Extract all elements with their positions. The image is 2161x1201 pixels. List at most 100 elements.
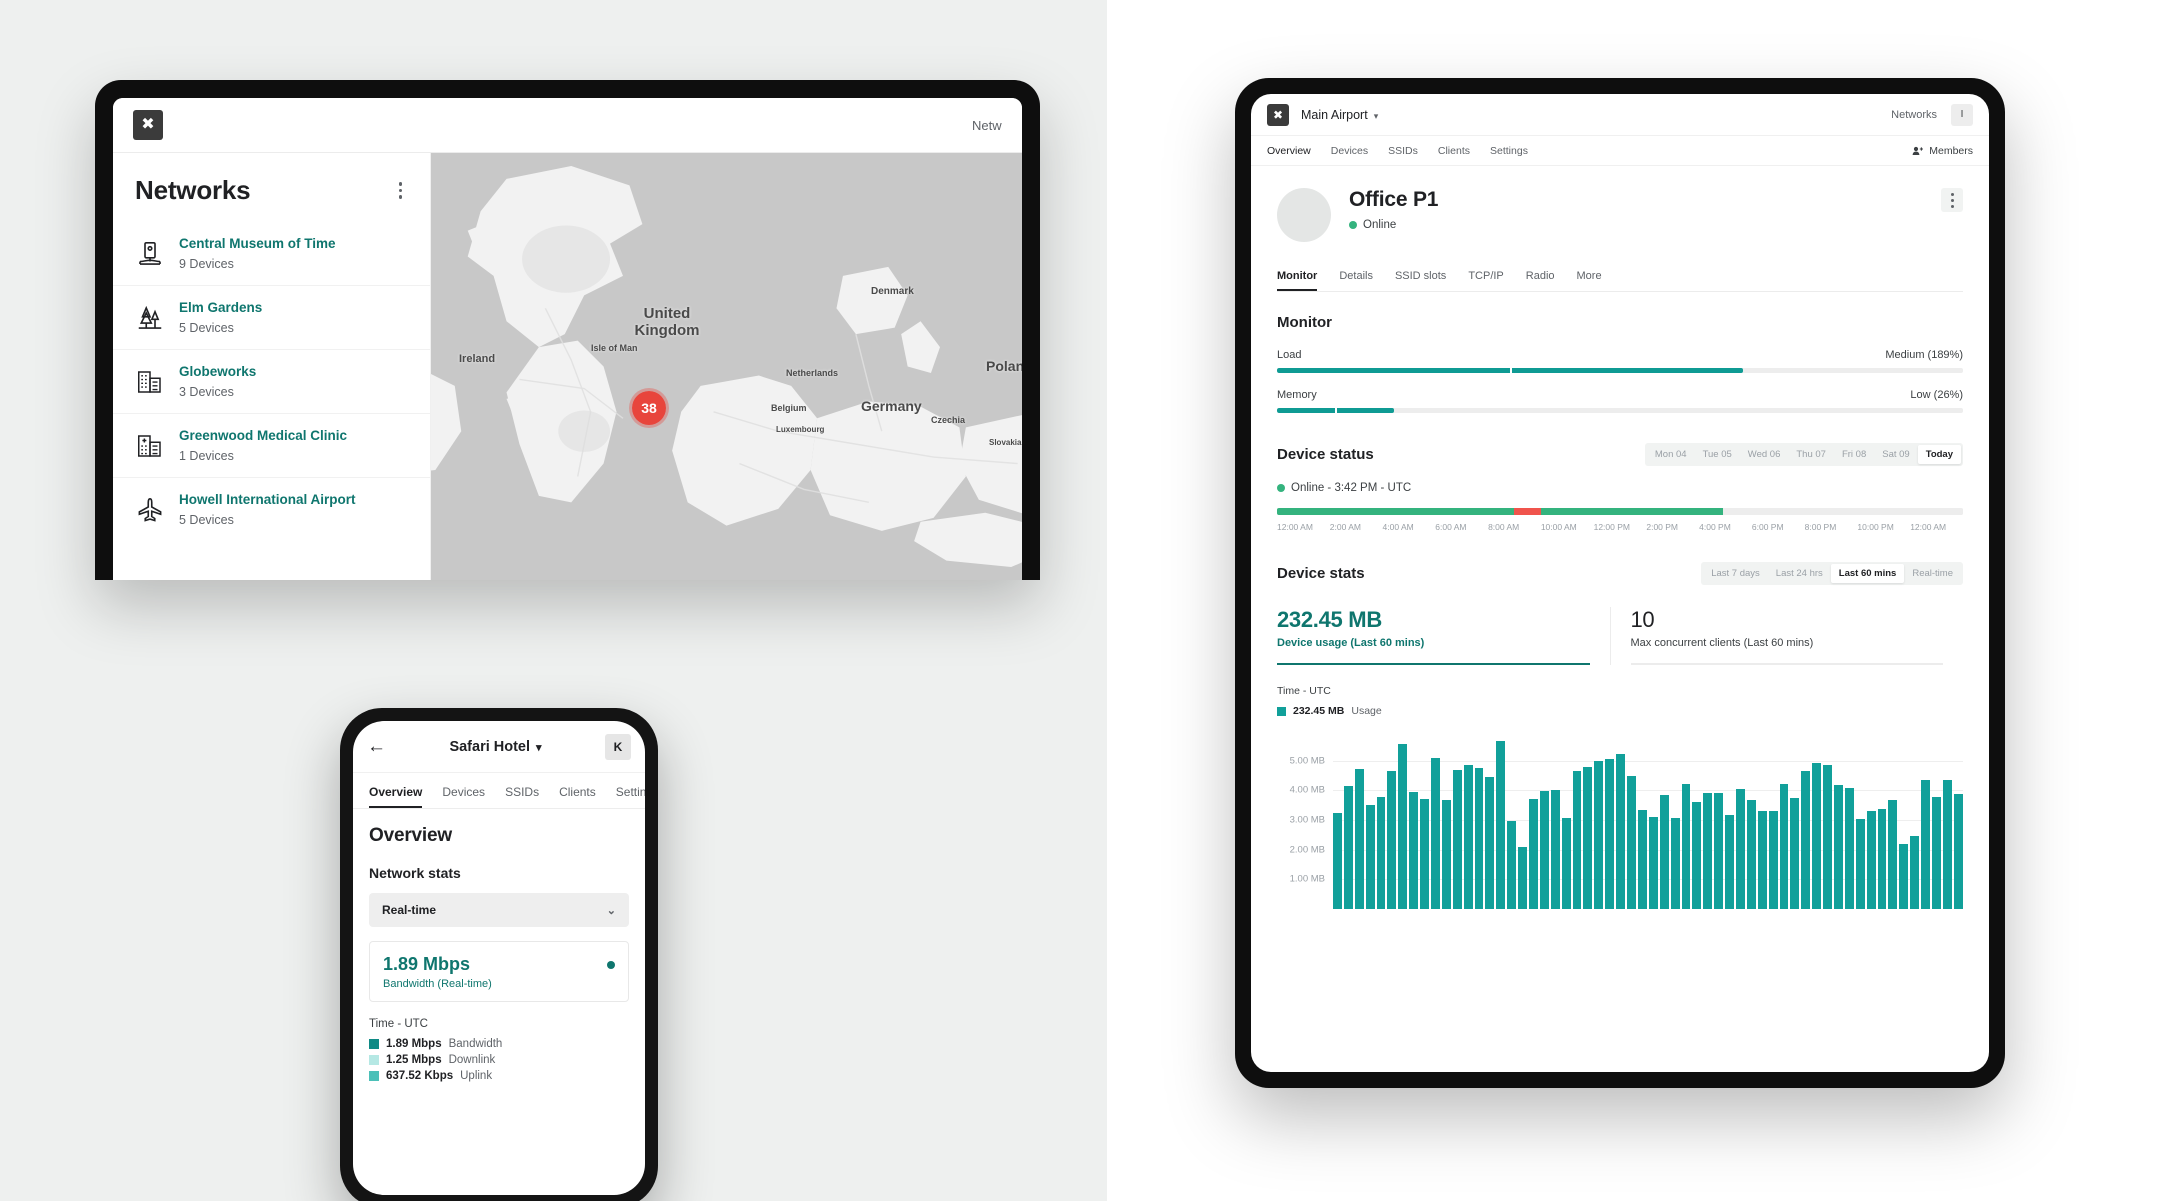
chart-bar[interactable]	[1365, 804, 1375, 909]
chart-bar[interactable]	[1485, 776, 1495, 909]
chart-bar[interactable]	[1833, 784, 1843, 909]
chart-bar[interactable]	[1703, 793, 1713, 909]
chart-bar[interactable]	[1550, 790, 1560, 909]
network-list-item[interactable]: Greenwood Medical Clinic 1 Devices	[113, 413, 430, 477]
chart-bar[interactable]	[1844, 788, 1854, 909]
panel-more-options-icon[interactable]	[393, 178, 409, 203]
networks-link[interactable]: Networks	[1891, 109, 1937, 121]
chart-bar[interactable]	[1572, 771, 1582, 909]
chart-bar[interactable]	[1474, 767, 1484, 909]
chart-bar[interactable]	[1692, 801, 1702, 909]
user-avatar[interactable]: I	[1951, 103, 1973, 126]
chart-bar[interactable]	[1529, 799, 1538, 909]
chart-bar[interactable]	[1899, 844, 1909, 909]
tab-devices[interactable]: Devices	[1331, 145, 1368, 157]
chart-bar[interactable]	[1431, 758, 1440, 909]
network-list-item[interactable]: Central Museum of Time 9 Devices	[113, 222, 430, 285]
network-name[interactable]: Central Museum of Time	[179, 236, 336, 251]
chart-bar[interactable]	[1823, 764, 1832, 909]
chart-bar[interactable]	[1670, 817, 1680, 909]
chart-bar[interactable]	[1768, 811, 1778, 909]
day-segment[interactable]: Mon 04	[1647, 445, 1695, 464]
map-cluster-marker[interactable]: 38	[629, 388, 669, 428]
stats-range-segment[interactable]: Real-time	[1904, 564, 1961, 583]
phone-tab-settings[interactable]: Settings	[616, 773, 645, 808]
range-select[interactable]: Real-time ⌄	[369, 893, 629, 927]
chart-bar[interactable]	[1746, 799, 1756, 909]
topbar-networks-link[interactable]: Networks	[972, 118, 1002, 133]
chart-bar[interactable]	[1735, 789, 1745, 909]
chart-bar[interactable]	[1343, 785, 1353, 909]
chart-bar[interactable]	[1931, 796, 1941, 909]
back-arrow-icon[interactable]: ←	[367, 737, 386, 756]
day-segment[interactable]: Tue 05	[1695, 445, 1740, 464]
network-list-item[interactable]: Globeworks 3 Devices	[113, 349, 430, 413]
network-name[interactable]: Howell International Airport	[179, 492, 356, 507]
chart-bar[interactable]	[1757, 811, 1767, 909]
chart-bar[interactable]	[1387, 770, 1397, 909]
chart-bar[interactable]	[1616, 753, 1626, 909]
device-tab-monitor[interactable]: Monitor	[1277, 270, 1317, 291]
chart-bar[interactable]	[1725, 814, 1734, 909]
device-tab-ssid-slots[interactable]: SSID slots	[1395, 270, 1446, 291]
chart-bar[interactable]	[1953, 793, 1963, 909]
chart-bar[interactable]	[1910, 836, 1920, 909]
chart-bar[interactable]	[1333, 812, 1342, 909]
chart-bar[interactable]	[1496, 740, 1506, 909]
chart-bar[interactable]	[1801, 770, 1811, 909]
chart-bar[interactable]	[1561, 818, 1571, 909]
device-tab-radio[interactable]: Radio	[1526, 270, 1555, 291]
chart-bar[interactable]	[1681, 783, 1691, 909]
chart-bar[interactable]	[1583, 766, 1593, 909]
members-button[interactable]: Members	[1912, 145, 1973, 157]
chart-bar[interactable]	[1648, 817, 1658, 909]
network-name[interactable]: Elm Gardens	[179, 300, 262, 315]
stats-range-segment[interactable]: Last 60 mins	[1830, 564, 1905, 583]
phone-tab-devices[interactable]: Devices	[442, 773, 485, 808]
chart-bar[interactable]	[1866, 810, 1876, 909]
chart-bar[interactable]	[1855, 818, 1865, 909]
chart-bar[interactable]	[1441, 799, 1451, 909]
network-name[interactable]: Globeworks	[179, 364, 256, 379]
stats-range-segment[interactable]: Last 7 days	[1703, 564, 1768, 583]
chart-bar[interactable]	[1539, 791, 1549, 909]
chart-bar[interactable]	[1463, 765, 1473, 909]
chart-bar[interactable]	[1812, 762, 1822, 909]
chart-bar[interactable]	[1376, 796, 1386, 909]
tab-ssids[interactable]: SSIDs	[1388, 145, 1418, 157]
org-selector[interactable]: Main Airport ▾	[1301, 108, 1378, 122]
chart-bar[interactable]	[1877, 809, 1887, 909]
chart-bar[interactable]	[1420, 798, 1430, 909]
day-segment[interactable]: Today	[1917, 445, 1961, 464]
bandwidth-stat-card[interactable]: 1.89 Mbps Bandwidth (Real-time)	[369, 941, 629, 1002]
chart-bar[interactable]	[1779, 783, 1789, 909]
device-tab-details[interactable]: Details	[1339, 270, 1373, 291]
phone-tab-clients[interactable]: Clients	[559, 773, 596, 808]
chart-bar[interactable]	[1354, 768, 1364, 909]
chart-bar[interactable]	[1507, 820, 1517, 909]
device-tab-tcpip[interactable]: TCP/IP	[1468, 270, 1503, 291]
tab-overview[interactable]: Overview	[1267, 145, 1311, 157]
chart-bar[interactable]	[1409, 792, 1419, 909]
chart-bar[interactable]	[1714, 793, 1724, 909]
network-name[interactable]: Greenwood Medical Clinic	[179, 428, 347, 443]
phone-network-selector[interactable]: Safari Hotel ▾	[394, 739, 597, 755]
chart-bar[interactable]	[1637, 809, 1647, 909]
chart-bar[interactable]	[1921, 779, 1930, 909]
chart-bar[interactable]	[1659, 794, 1669, 909]
chart-bar[interactable]	[1452, 770, 1462, 909]
network-list-item[interactable]: Elm Gardens 5 Devices	[113, 285, 430, 349]
chart-bar[interactable]	[1605, 759, 1615, 909]
phone-tab-overview[interactable]: Overview	[369, 773, 422, 808]
chart-bar[interactable]	[1518, 846, 1528, 909]
tab-settings[interactable]: Settings	[1490, 145, 1528, 157]
phone-tab-ssids[interactable]: SSIDs	[505, 773, 539, 808]
brand-logo-icon[interactable]: ✖	[133, 110, 163, 140]
tab-clients[interactable]: Clients	[1438, 145, 1470, 157]
chart-bar[interactable]	[1627, 775, 1636, 909]
day-segment[interactable]: Sat 09	[1874, 445, 1917, 464]
chart-bar[interactable]	[1398, 744, 1408, 909]
uptime-timeline[interactable]	[1277, 508, 1963, 515]
network-list-item[interactable]: Howell International Airport 5 Devices	[113, 477, 430, 541]
device-more-options-icon[interactable]	[1941, 188, 1963, 212]
